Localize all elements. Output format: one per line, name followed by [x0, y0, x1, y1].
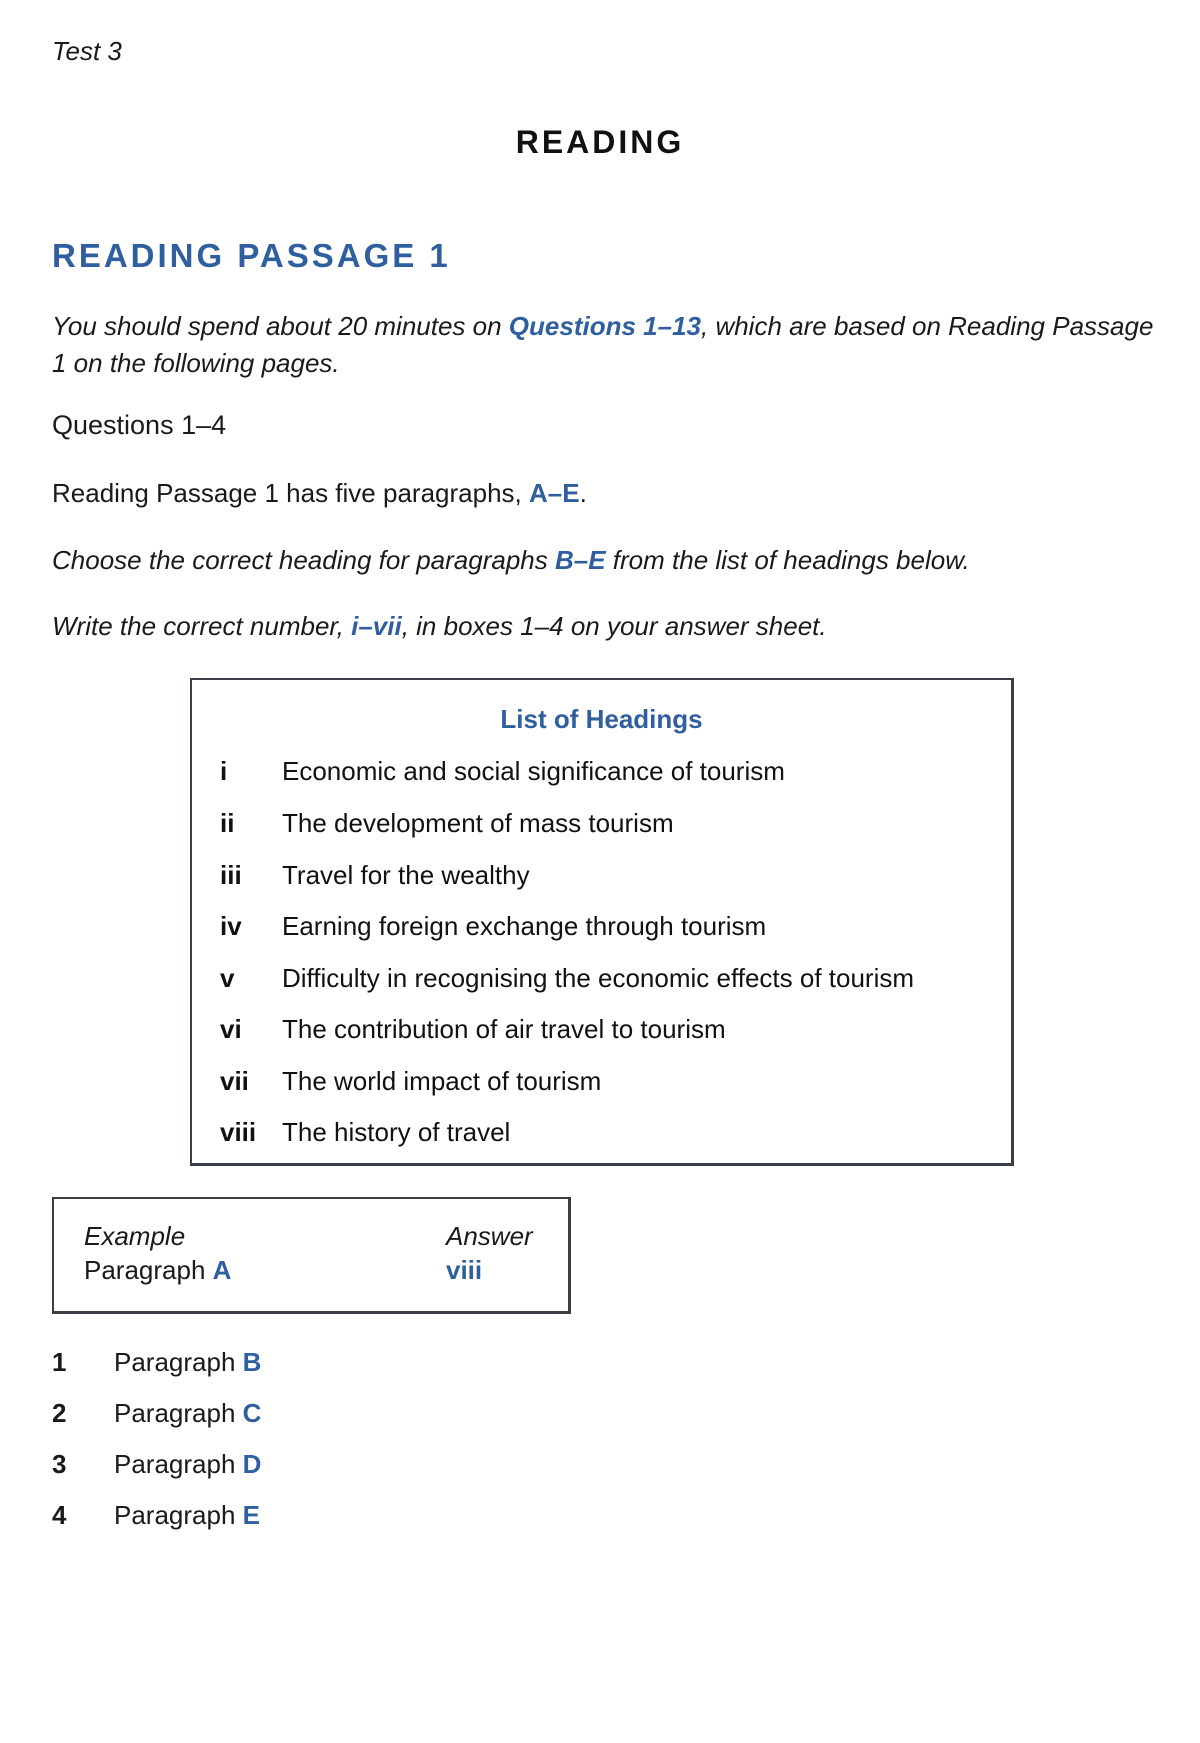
highlight: i–vii [351, 611, 402, 641]
question-item: 1 Paragraph B [52, 1347, 261, 1378]
text: from the list of headings below. [605, 545, 970, 575]
question-label: Paragraph [114, 1398, 236, 1428]
heading-item: v Difficulty in recognising the economic… [220, 963, 914, 994]
text: Reading Passage 1 has five paragraphs, [52, 478, 529, 508]
example-label: Example [84, 1221, 186, 1251]
question-item: 4 Paragraph E [52, 1500, 260, 1531]
question-number: 4 [52, 1500, 67, 1530]
answer-label: Answer [446, 1221, 533, 1251]
question-letter: B [242, 1347, 262, 1377]
text: . [579, 478, 587, 508]
section-title: READING [515, 124, 685, 160]
highlight: A–E [528, 478, 580, 508]
heading-text: The contribution of air travel to touris… [282, 1014, 726, 1044]
heading-text: Economic and social significance of tour… [282, 756, 785, 786]
heading-item: vii The world impact of tourism [220, 1066, 601, 1097]
test-label: Test 3 [52, 36, 122, 66]
heading-item: iii Travel for the wealthy [220, 860, 530, 891]
heading-number: vi [220, 1014, 242, 1044]
text: Choose the correct heading for paragraph… [52, 545, 555, 575]
answer-value: viii [446, 1255, 483, 1285]
write-instruction: Write the correct number, i–vii, in boxe… [52, 611, 827, 642]
heading-item: vi The contribution of air travel to tou… [220, 1014, 726, 1045]
question-number: 2 [52, 1398, 67, 1428]
heading-text: Travel for the wealthy [282, 860, 530, 890]
heading-number: iii [220, 860, 242, 890]
heading-text: Earning foreign exchange through tourism [282, 911, 767, 941]
heading-number: vii [220, 1066, 249, 1096]
heading-item: iv Earning foreign exchange through tour… [220, 911, 766, 942]
question-label: Paragraph [114, 1449, 236, 1479]
question-item: 2 Paragraph C [52, 1398, 261, 1429]
instruction-highlight: Questions 1–13 [508, 311, 701, 341]
question-letter: C [242, 1398, 262, 1428]
heading-number: ii [220, 808, 235, 838]
choose-instruction: Choose the correct heading for paragraph… [52, 545, 970, 576]
instruction-text: You should spend about 20 minutes on [52, 311, 509, 341]
text: Write the correct number, [52, 611, 352, 641]
list-of-headings-box: List of Headings i Economic and social s… [190, 678, 1014, 1166]
heading-text: The development of mass tourism [282, 808, 674, 838]
paragraph-count-text: Reading Passage 1 has five paragraphs, A… [52, 478, 587, 509]
heading-number: iv [220, 911, 242, 941]
heading-item: viii The history of travel [220, 1117, 510, 1148]
questions-range-heading: Questions 1–4 [52, 410, 227, 440]
question-letter: E [242, 1500, 260, 1530]
paragraph-label: Paragraph [84, 1255, 206, 1285]
heading-text: Difficulty in recognising the economic e… [282, 963, 914, 993]
heading-item: i Economic and social significance of to… [220, 756, 785, 787]
example-box: Example Paragraph A Answer viii [52, 1197, 571, 1314]
heading-number: i [220, 756, 228, 786]
paragraph-letter: A [212, 1255, 232, 1285]
question-letter: D [242, 1449, 262, 1479]
heading-text: The history of travel [282, 1117, 511, 1147]
question-number: 1 [52, 1347, 67, 1377]
example-paragraph: Paragraph A [84, 1255, 231, 1286]
heading-item: ii The development of mass tourism [220, 808, 674, 839]
heading-text: The world impact of tourism [282, 1066, 602, 1096]
question-label: Paragraph [114, 1347, 236, 1377]
time-instruction: You should spend about 20 minutes on Que… [52, 308, 1162, 382]
heading-number: v [220, 963, 235, 993]
question-label: Paragraph [114, 1500, 236, 1530]
text: , in boxes 1–4 on your answer sheet. [401, 611, 827, 641]
passage-title: READING PASSAGE 1 [52, 237, 451, 274]
question-item: 3 Paragraph D [52, 1449, 261, 1480]
heading-number: viii [220, 1117, 257, 1147]
question-number: 3 [52, 1449, 67, 1479]
headings-title: List of Headings [500, 704, 703, 734]
highlight: B–E [554, 545, 606, 575]
